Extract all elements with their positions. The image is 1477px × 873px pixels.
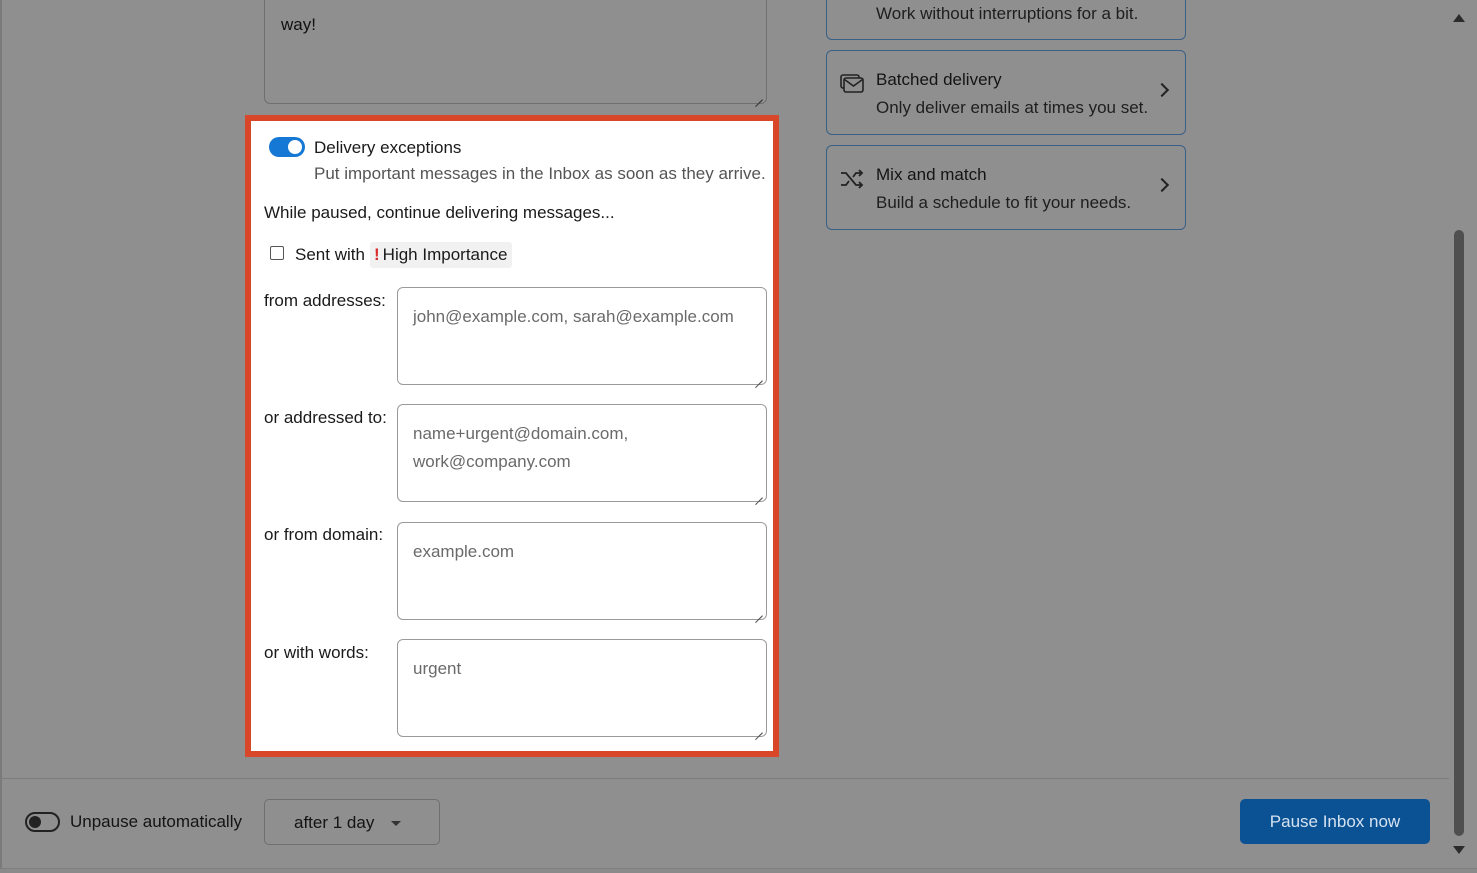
card-batched-delivery[interactable]: Batched delivery Only deliver emails at … [826, 50, 1186, 135]
pause-inbox-button[interactable]: Pause Inbox now [1240, 799, 1430, 844]
from-domain-placeholder: example.com [413, 542, 515, 561]
scroll-down-arrow-icon[interactable] [1453, 846, 1465, 854]
card-pause[interactable]: Work without interruptions for a bit. [826, 0, 1186, 40]
resize-grip-icon[interactable] [755, 373, 763, 381]
addressed-to-input[interactable]: name+urgent@domain.com, work@company.com [397, 404, 767, 502]
shuffle-icon [839, 168, 865, 190]
from-addresses-placeholder: john@example.com, sarah@example.com [413, 307, 734, 326]
from-domain-label: or from domain: [264, 525, 384, 544]
card-batched-title: Batched delivery [876, 70, 1002, 89]
message-textarea[interactable]: way! [264, 0, 767, 104]
while-paused-text: While paused, continue delivering messag… [264, 203, 615, 222]
high-importance-chip: ! High Importance [370, 242, 513, 268]
importance-icon: ! [374, 245, 380, 264]
delivery-exceptions-subtitle: Put important messages in the Inbox as s… [314, 164, 766, 183]
with-words-label: or with words: [264, 643, 369, 662]
from-addresses-input[interactable]: john@example.com, sarah@example.com [397, 287, 767, 385]
high-importance-checkbox[interactable] [270, 246, 284, 260]
window-edge [0, 0, 2, 873]
chevron-right-icon [1154, 82, 1170, 98]
footer-divider [0, 778, 1449, 779]
delivery-exceptions-panel: Delivery exceptions Put important messag… [245, 115, 779, 757]
addressed-to-label: or addressed to: [264, 408, 387, 427]
message-text: way! [281, 15, 316, 34]
card-pause-subtitle: Work without interruptions for a bit. [876, 4, 1139, 23]
from-addresses-label: from addresses: [264, 291, 386, 310]
window-bottom-edge [0, 868, 1477, 873]
scrollbar-thumb[interactable] [1454, 230, 1464, 836]
delivery-exceptions-toggle[interactable] [269, 137, 305, 157]
caret-down-icon [391, 821, 401, 826]
resize-grip-icon[interactable] [755, 92, 763, 100]
unpause-automatically-label: Unpause automatically [70, 812, 242, 831]
sent-with-label: Sent with [295, 245, 365, 264]
with-words-placeholder: urgent [413, 659, 462, 678]
chevron-right-icon [1154, 177, 1170, 193]
pause-inbox-dialog: way! Work without interruptions for a bi… [0, 0, 1477, 873]
unpause-duration-value: after 1 day [294, 813, 375, 832]
from-domain-input[interactable]: example.com [397, 522, 767, 620]
scroll-up-arrow-icon[interactable] [1453, 14, 1465, 22]
batch-mail-icon [839, 73, 865, 95]
card-mix-subtitle: Build a schedule to fit your needs. [876, 193, 1132, 212]
card-mix-and-match[interactable]: Mix and match Build a schedule to fit yo… [826, 145, 1186, 230]
unpause-automatically-toggle[interactable] [25, 812, 60, 832]
high-importance-label: High Importance [382, 245, 508, 264]
addressed-to-placeholder: name+urgent@domain.com, work@company.com [413, 424, 629, 471]
card-mix-title: Mix and match [876, 165, 987, 184]
unpause-duration-select[interactable]: after 1 day [264, 799, 440, 845]
resize-grip-icon[interactable] [755, 608, 763, 616]
resize-grip-icon[interactable] [755, 725, 763, 733]
delivery-exceptions-title: Delivery exceptions [314, 138, 462, 157]
resize-grip-icon[interactable] [755, 490, 763, 498]
with-words-input[interactable]: urgent [397, 639, 767, 737]
card-batched-subtitle: Only deliver emails at times you set. [876, 98, 1149, 117]
vertical-scrollbar[interactable] [1449, 0, 1469, 868]
